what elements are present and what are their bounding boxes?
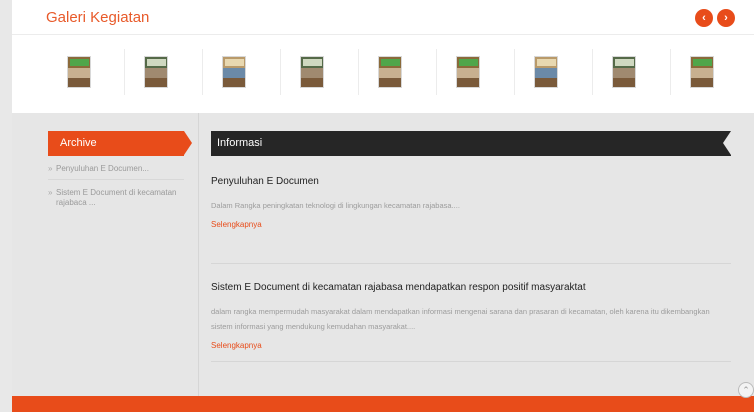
info-header: Informasi [211, 131, 731, 156]
content-area: Archive » Penyuluhan E Documen... » Sist… [12, 113, 754, 396]
archive-header: Archive [48, 131, 192, 156]
gallery-thumbnail[interactable] [456, 56, 480, 88]
thumbnail-separator [514, 49, 515, 95]
post-excerpt: Dalam Rangka peningkatan teknologi di li… [211, 201, 460, 210]
gallery-thumbnails [12, 45, 754, 101]
post-title[interactable]: Sistem E Document di kecamatan rajabasa … [211, 282, 731, 293]
archive-sidebar: Archive » Penyuluhan E Documen... » Sist… [48, 131, 192, 213]
thumbnail-separator [358, 49, 359, 95]
archive-item-label: Penyuluhan E Documen... [56, 164, 149, 173]
post-item: Penyuluhan E Documen Dalam Rangka pening… [211, 156, 731, 264]
gallery-title: Galeri Kegiatan [46, 9, 150, 26]
gallery-thumbnail[interactable] [378, 56, 402, 88]
thumbnail-separator [592, 49, 593, 95]
archive-item[interactable]: » Penyuluhan E Documen... [48, 156, 184, 180]
gallery-next-button[interactable]: › [717, 9, 735, 27]
post-item: Sistem E Document di kecamatan rajabasa … [211, 264, 731, 362]
chevron-up-icon: ⌃ [742, 385, 750, 395]
thumbnail-separator [280, 49, 281, 95]
thumbnail-separator [202, 49, 203, 95]
chevron-left-icon: ‹ [702, 12, 706, 24]
post-excerpt: dalam rangka mempermudah masyarakat dala… [211, 307, 710, 331]
read-more-link[interactable]: Selengkapnya [211, 341, 731, 350]
post-title[interactable]: Penyuluhan E Documen [211, 176, 731, 187]
thumbnail-separator [436, 49, 437, 95]
gallery-thumbnail[interactable] [144, 56, 168, 88]
footer-bar [12, 396, 754, 412]
gallery-thumbnail[interactable] [690, 56, 714, 88]
read-more-link[interactable]: Selengkapnya [211, 220, 731, 229]
gallery-divider [12, 34, 754, 35]
thumbnail-separator [124, 49, 125, 95]
bullet-icon: » [48, 164, 53, 173]
scroll-top-button[interactable]: ⌃ [738, 382, 754, 398]
gallery-thumbnail[interactable] [300, 56, 324, 88]
gallery-prev-button[interactable]: ‹ [695, 9, 713, 27]
page: Galeri Kegiatan ‹ › Archive » Penyuluhan… [0, 0, 754, 412]
chevron-right-icon: › [724, 12, 728, 24]
archive-item[interactable]: » Sistem E Document di kecamatan rajabac… [48, 180, 184, 213]
gallery-thumbnail[interactable] [222, 56, 246, 88]
gallery-thumbnail[interactable] [612, 56, 636, 88]
gallery-section: Galeri Kegiatan ‹ › [12, 0, 754, 113]
archive-item-label: Sistem E Document di kecamatan rajabaca … [56, 188, 177, 207]
bullet-icon: » [48, 188, 53, 197]
gallery-thumbnail[interactable] [67, 56, 91, 88]
gallery-thumbnail[interactable] [534, 56, 558, 88]
thumbnail-separator [670, 49, 671, 95]
info-main: Informasi Penyuluhan E Documen Dalam Ran… [211, 131, 731, 362]
column-divider [198, 113, 199, 396]
